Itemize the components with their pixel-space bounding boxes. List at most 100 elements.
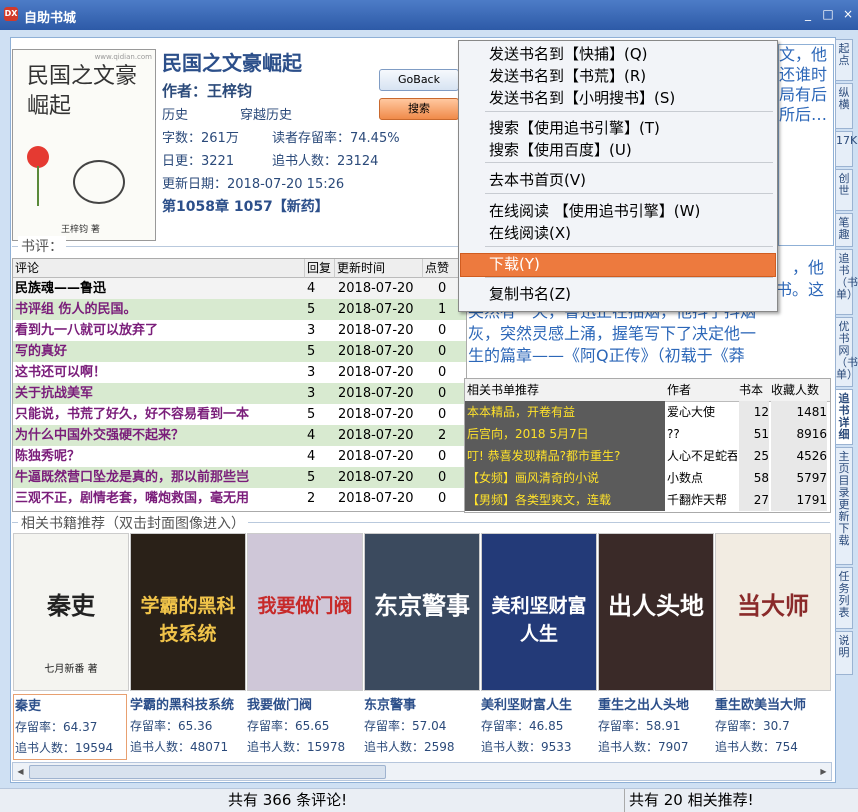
related-book-cover[interactable]: 美利坚财富人生 [481,533,597,691]
context-menu-item[interactable]: 去本书首页(V) [489,169,586,191]
context-menu-item[interactable]: 发送书名到【书荒】(R) [489,65,646,87]
scrollbar-thumb[interactable] [29,765,386,779]
context-menu-item[interactable]: 搜索【使用百度】(U) [489,139,632,161]
booklist-author: ?? [667,427,680,441]
close-button[interactable]: × [840,6,856,22]
context-menu-item[interactable]: 下载(Y) [489,253,540,275]
related-book-info[interactable]: 重生之出人头地 存留率：58.91 追书人数：7907 [598,694,712,755]
side-tab[interactable]: 追书（书单） [835,249,858,315]
horizontal-scrollbar[interactable]: ◀ ▶ [12,762,832,781]
maximize-button[interactable]: □ [820,6,836,22]
related-book-followers: 追书人数：754 [715,740,798,754]
related-book-title: 重生之出人头地 [598,698,690,713]
review-row[interactable]: 陈独秀呢？ 4 2018-07-20 0 [13,446,466,467]
side-tab[interactable]: 起点 [835,39,853,81]
context-menu-item[interactable]: 搜索【使用追书引擎】(T) [489,117,660,139]
review-time: 2018-07-20 [338,407,414,422]
related-book-cover[interactable]: 东京警事 [364,533,480,691]
review-row[interactable]: 只能说，书荒了好久，好不容易看到一本 5 2018-07-20 0 [13,404,466,425]
context-menu-item[interactable]: 在线阅读 【使用追书引擎】(W) [489,200,700,222]
booklist-row[interactable]: 【女频】画风清奇的小说 小数点 58 5797 [465,467,830,489]
booklist-row[interactable]: 【男频】各类型爽文，连载 千翻炸天帮 27 1791 [465,489,830,511]
related-book-info[interactable]: 学霸的黑科技系统 存留率：65.36 追书人数：48071 [130,694,244,755]
review-col-time[interactable]: 更新时间 [335,259,423,278]
booklist-col-author[interactable]: 作者 [667,379,737,401]
review-likes: 0 [438,449,447,464]
scroll-right-icon[interactable]: ▶ [816,763,831,780]
review-row[interactable]: 民族魂——鲁迅 4 2018-07-20 0 [13,278,466,299]
context-menu-item[interactable]: 发送书名到【小明搜书】(S) [489,87,675,109]
side-tab[interactable]: 纵横 [835,83,853,129]
book-description-fragment: 文，他还谁时局有后所后… [778,44,834,246]
review-group-label: 书评： [18,236,66,256]
side-tab[interactable]: 创世 [835,169,853,211]
review-row[interactable]: 关于抗战美军 3 2018-07-20 0 [13,383,466,404]
related-book-cover[interactable]: 出人头地 [598,533,714,691]
title-bar [0,0,858,30]
scroll-left-icon[interactable]: ◀ [13,763,28,780]
related-book-info[interactable]: 重生欧美当大师 存留率：30.7 追书人数：754 [715,694,829,755]
related-book-info[interactable]: 美利坚财富人生 存留率：46.85 追书人数：9533 [481,694,595,755]
context-menu-item[interactable]: 复制书名(Z) [489,283,571,305]
review-excerpt-line: ，他 [791,258,824,277]
book-daily-update: 日更：3221 [162,154,235,169]
review-replies: 5 [307,302,316,317]
related-book-cover[interactable]: 当大师 [715,533,831,691]
cover-flower-drawing [27,146,49,168]
review-replies: 3 [307,365,316,380]
review-row[interactable]: 写的真好 5 2018-07-20 0 [13,341,466,362]
review-row[interactable]: 为什么中国外交强硬不起来？ 4 2018-07-20 2 [13,425,466,446]
related-book-cover[interactable]: 秦吏 七月新番 著 [13,533,129,691]
related-book-info[interactable]: 秦吏 存留率：64.37 追书人数：19594 [13,694,127,760]
review-row[interactable]: 牛逼既然营口坠龙是真的，那以前那些岂 5 2018-07-20 0 [13,467,466,488]
booklist-name: 后宫向，2018 5月7日 [465,423,665,445]
booklist-row[interactable]: 叮! 恭喜发现精品?都市重生? 人心不足蛇吞 25 4526 [465,445,830,467]
booklist-row[interactable]: 后宫向，2018 5月7日?? 51 8916 [465,423,830,445]
cover-author-text: 王梓钧 著 [61,225,100,235]
book-cover-image[interactable]: www.qidian.com 民国之文豪崛起 王梓钧 著 [12,49,156,241]
side-tab[interactable]: 说明 [835,631,853,675]
review-row[interactable]: 书评组 伤人的民国。 5 2018-07-20 1 [13,299,466,320]
search-button[interactable]: 搜索 [379,98,459,120]
booklist-col-name[interactable]: 相关书单推荐 [467,379,665,401]
related-book-title: 秦吏 [15,699,42,714]
context-menu-item[interactable]: 在线阅读(X) [489,222,571,244]
status-bar: 共有 366 条评论! 共有 20 相关推荐! [0,788,858,812]
related-book-info[interactable]: 东京警事 存留率：57.04 追书人数：2598 [364,694,478,755]
context-menu-item[interactable]: 发送书名到【快捕】(Q) [489,43,648,65]
review-col-replies[interactable]: 回复 [305,259,335,278]
review-col-comment[interactable]: 评论 [13,259,305,278]
goback-button[interactable]: GoBack [379,69,459,91]
booklist-col-favs[interactable]: 收藏人数 [771,379,829,401]
booklist-row[interactable]: 本本精品，开卷有益 爱心大使 12 1481 [465,401,830,423]
related-book-info[interactable]: 我要做门阀 存留率：65.65 追书人数：15978 [247,694,361,755]
review-text: 民族魂——鲁迅 [15,281,107,296]
side-tab[interactable]: 优书网（书单） [835,317,858,387]
minimize-button[interactable]: _ [800,6,816,22]
side-tab[interactable]: 17K [835,131,857,167]
review-row[interactable]: 这书还可以啊！ 3 2018-07-20 0 [13,362,466,383]
related-book-followers: 追书人数：15978 [247,740,346,754]
cover-face-drawing [73,160,125,204]
review-row[interactable]: 看到九一八就可以放弃了 3 2018-07-20 0 [13,320,466,341]
booklist-col-books[interactable]: 书本 [739,379,767,401]
review-group-line [12,246,465,247]
booklist-books: 58 [739,467,769,489]
related-book-followers: 追书人数：2598 [364,740,455,754]
book-retention: 读者存留率：74.45% [272,131,400,146]
review-likes: 0 [438,344,447,359]
related-book-cover[interactable]: 学霸的黑科技系统 [130,533,246,691]
side-tab[interactable]: 笔趣 [835,213,853,247]
side-tab[interactable]: 主页目录更新下载 [835,447,853,565]
related-book-retention: 存留率：65.36 [130,719,213,733]
book-latest-chapter[interactable]: 第1058章 1057【新药】 [162,196,329,216]
side-tab[interactable]: 任务列表 [835,567,853,629]
review-text: 关于抗战美军 [15,386,94,401]
booklist-name: 【男频】各类型爽文，连载 [465,489,665,511]
review-row[interactable]: 三观不正，剧情老套，嘴炮救国，毫无用 2 2018-07-20 0 [13,488,466,509]
related-cover-text: 学霸的黑科技系统 [140,595,236,645]
side-tab[interactable]: 追书详细 [835,389,853,445]
booklist-favs: 1481 [771,401,827,423]
related-book-cover[interactable]: 我要做门阀 [247,533,363,691]
review-time: 2018-07-20 [338,428,414,443]
